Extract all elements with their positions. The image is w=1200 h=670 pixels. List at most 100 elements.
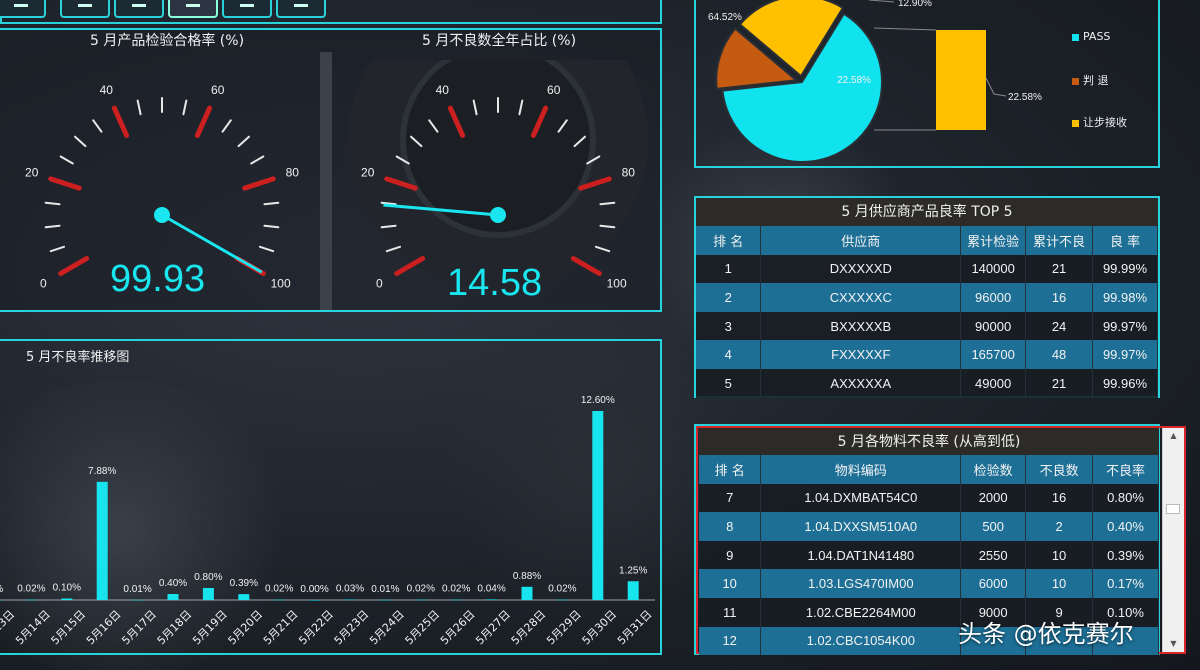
gauge-tick-label: 0 (376, 277, 383, 291)
bar (556, 599, 568, 601)
bar (627, 581, 639, 600)
scroll-up-icon[interactable]: ▲ (1163, 428, 1184, 444)
x-tick-label: 5月28日 (509, 608, 549, 648)
legend-concession: 让步接收 (1072, 114, 1127, 130)
bar (167, 594, 179, 600)
toolbar-button-1[interactable] (0, 0, 46, 18)
bar (238, 594, 250, 600)
table-cell: 21 (1025, 368, 1094, 398)
gauge-right-title: 5 月不良数全年占比 (%) (422, 33, 577, 49)
table-cell: 24 (1025, 311, 1094, 341)
legend-reject-swatch (1072, 77, 1079, 85)
x-tick-label: 5月14日 (13, 608, 53, 648)
gauge-tick-label: 0 (40, 277, 47, 291)
material-table-scrollbar[interactable]: ▲ ▼ (1162, 428, 1184, 652)
header-cell: 物料编码 (760, 455, 962, 484)
bar (592, 411, 604, 600)
table-cell: 1.04.DXMBAT54C0 (760, 483, 962, 513)
table-cell: 99.97% (1092, 311, 1158, 341)
gauge-tick-label: 20 (25, 166, 39, 180)
table-cell: 16 (1025, 283, 1094, 312)
gauge-major-tick (111, 105, 130, 139)
x-tick-label: 5月20日 (226, 608, 266, 648)
toolbar-button-5[interactable] (222, 0, 272, 18)
table-cell: 5 (696, 368, 762, 398)
bar (132, 599, 144, 601)
table-cell: 99.98% (1092, 283, 1158, 312)
table-cell: 3 (696, 311, 762, 341)
table-cell: 2550 (960, 540, 1027, 570)
table-cell: 2000 (960, 483, 1027, 513)
x-tick-label: 5月23日 (332, 608, 372, 648)
supplier-table-title: 5 月供应商产品良率 TOP 5 (696, 198, 1158, 226)
table-cell: 165700 (960, 340, 1027, 369)
bar-data-label: 0.03% (336, 584, 364, 595)
x-tick-label: 5月27日 (473, 608, 513, 648)
table-row: 1 DXXXXXD 140000 21 99.99% (696, 254, 1158, 284)
toolbar-button-6[interactable] (276, 0, 326, 18)
table-row: 8 1.04.DXXSM510A0 500 2 0.40% (699, 512, 1159, 541)
gauge-minor-tick (250, 155, 265, 165)
x-tick-label: 5月17日 (119, 608, 159, 648)
bar (0, 599, 2, 601)
toolbar-button-3[interactable] (114, 0, 164, 18)
x-tick-label: 5月19日 (190, 608, 230, 648)
material-table-title: 5 月各物料不良率 (从高到低) (699, 428, 1159, 456)
legend-concession-label: 让步接收 (1083, 116, 1127, 129)
scrollbar-thumb[interactable] (1166, 504, 1180, 514)
bar-data-label: 0.02% (407, 584, 435, 595)
legend-pass-swatch (1072, 33, 1079, 41)
bar-data-label: 0.02% (442, 584, 470, 595)
x-tick-label: 5月15日 (49, 608, 89, 648)
gauge-divider (320, 52, 332, 310)
bar-label-concession: 22.58% (1008, 92, 1042, 103)
bar (379, 599, 391, 601)
x-tick-label: 5月22日 (296, 608, 336, 648)
toolbar-button-download[interactable] (168, 0, 218, 18)
bar-data-label: 7.88% (88, 466, 116, 477)
bar-data-label: 0.02% (17, 584, 45, 595)
toolbar-button-2[interactable] (60, 0, 110, 18)
pie-label-reject: 12.90% (898, 0, 932, 9)
table-cell: DXXXXXD (760, 254, 962, 284)
table-cell: 1.03.LGS470IM00 (760, 569, 962, 598)
gauge-minor-tick (136, 99, 142, 116)
gauge-left-title: 5 月产品检验合格率 (%) (90, 33, 245, 49)
table-cell: 7 (699, 483, 762, 513)
pie-label-pass: 64.52% (708, 12, 742, 23)
table-row: 10 1.03.LGS470IM00 6000 10 0.17% (699, 569, 1159, 598)
header-cell: 检验数 (960, 455, 1027, 484)
pie-detail-bar (936, 30, 986, 130)
table-cell: 1.02.CBC1054K00 (760, 626, 962, 656)
bar (61, 598, 73, 600)
table-cell: 99.96% (1092, 368, 1158, 398)
leader-line (985, 77, 1007, 97)
gauge-minor-tick (221, 119, 232, 133)
table-cell: 49000 (960, 368, 1027, 398)
gauge-minor-tick (49, 245, 66, 253)
table-row: 7 1.04.DXMBAT54C0 2000 16 0.80% (699, 483, 1159, 513)
gauge-minor-tick (263, 201, 280, 206)
bar-data-label: 1.25% (619, 565, 647, 576)
connector-line (873, 27, 937, 31)
gauge-minor-tick (258, 245, 275, 253)
gauge-needle-hub (154, 207, 170, 223)
gauge-minor-tick (182, 99, 188, 116)
header-cell: 排 名 (699, 455, 762, 484)
bar (521, 586, 533, 600)
x-tick-label: 5月24日 (367, 608, 407, 648)
bar-data-label: 0.02% (265, 584, 293, 595)
header-cell: 供应商 (760, 226, 962, 255)
gauge-minor-tick (59, 155, 74, 165)
gauge-minor-tick (44, 201, 61, 206)
material-table-header: 排 名 物料编码 检验数 不良数 不良率 (699, 455, 1159, 484)
gauge-tick-label: 80 (622, 166, 636, 180)
gauge-tick-label: 20 (361, 166, 375, 180)
header-cell: 累计检验 (960, 226, 1027, 255)
bar-data-label: 0.00% (300, 584, 328, 595)
scroll-down-icon[interactable]: ▼ (1163, 636, 1184, 652)
table-cell: 96000 (960, 283, 1027, 312)
bar-data-label: 0.88% (513, 571, 541, 582)
table-cell: CXXXXXC (760, 283, 962, 312)
x-tick-label: 5月21日 (261, 608, 301, 648)
